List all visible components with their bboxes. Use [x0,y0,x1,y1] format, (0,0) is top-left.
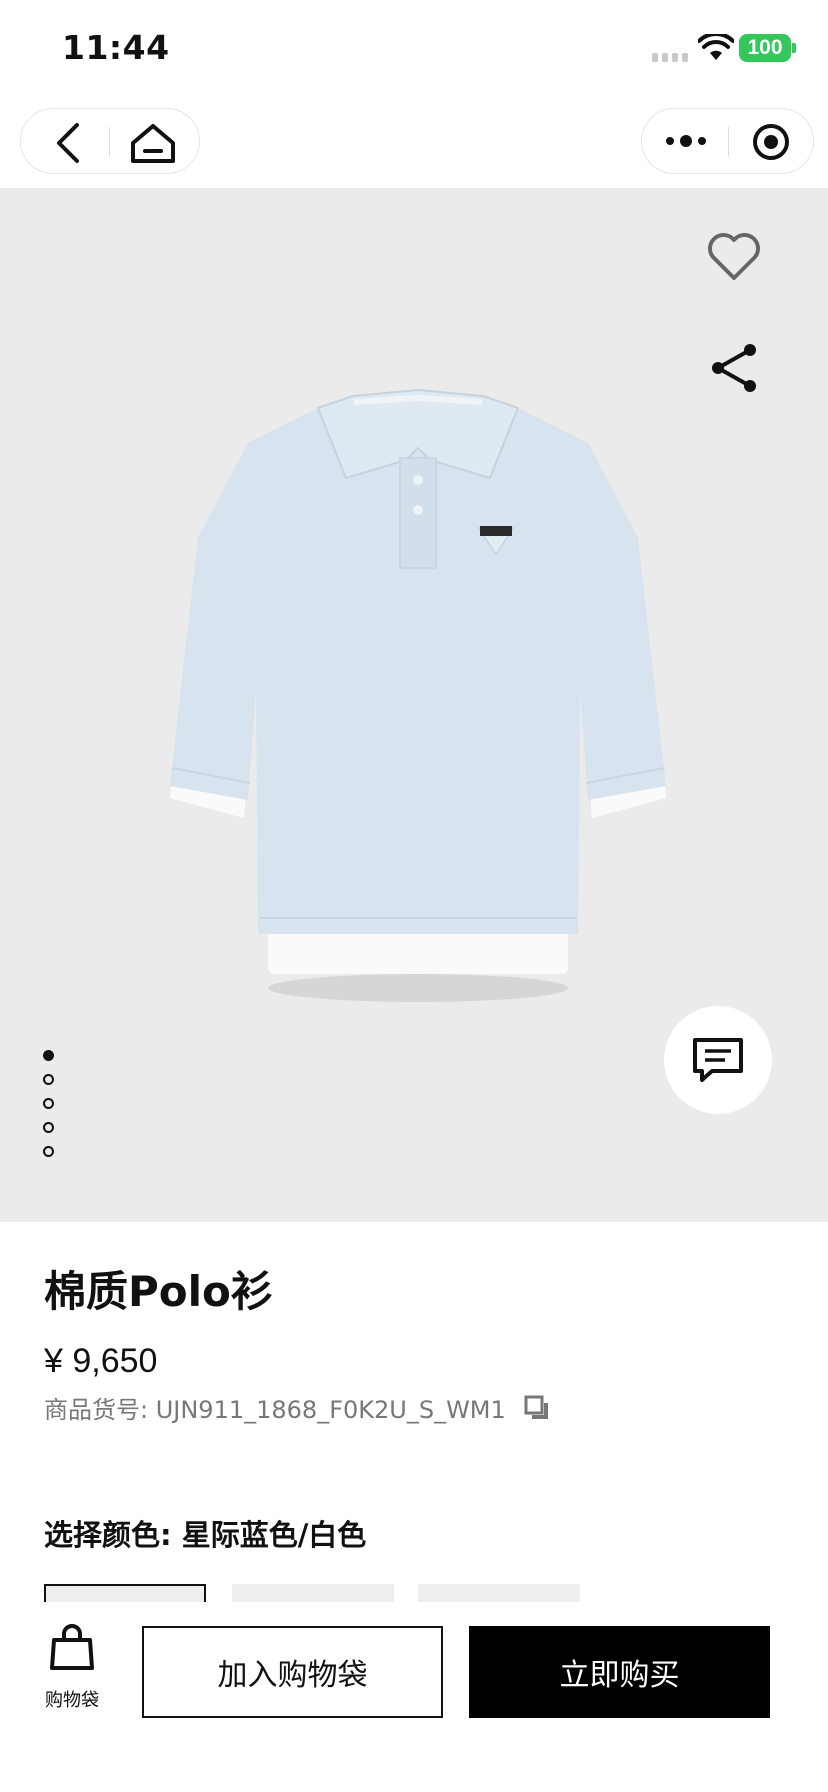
nav-capsule-right [641,108,814,174]
status-bar: 11:44 100 [0,0,828,96]
shopping-bag-label: 购物袋 [45,1690,99,1711]
pager-dot[interactable] [43,1098,54,1109]
chevron-left-icon[interactable] [49,121,89,165]
nav-divider [728,127,729,157]
nav-bar [0,96,828,188]
pager-dot[interactable] [43,1146,54,1157]
product-gallery[interactable] [0,188,828,1222]
nav-capsule-left [20,108,200,174]
nav-divider [109,127,110,157]
battery-tip [792,43,796,53]
pager-dot[interactable] [43,1074,54,1085]
color-selector-label: 选择颜色: 星际蓝色/白色 [44,1518,367,1552]
buy-now-button[interactable]: 立即购买 [469,1626,770,1718]
sku-row: 商品货号: UJN911_1868_F0K2U_S_WM1 [44,1390,550,1425]
chat-icon [693,1038,743,1082]
share-icon[interactable] [706,340,762,396]
pager-dot[interactable] [43,1122,54,1133]
customer-service-button[interactable] [664,1006,772,1114]
copy-icon[interactable] [524,1395,550,1421]
home-icon[interactable] [129,123,177,163]
status-time: 11:44 [62,28,170,67]
product-title: 棉质Polo衫 [44,1267,273,1316]
shopping-bag-icon [50,1624,94,1670]
product-sku: 商品货号: UJN911_1868_F0K2U_S_WM1 [44,1396,506,1424]
heart-icon[interactable] [706,230,762,282]
battery-indicator: 100 [739,34,791,62]
target-icon[interactable] [752,123,790,161]
image-pager [43,1050,54,1157]
add-to-bag-button[interactable]: 加入购物袋 [142,1626,443,1718]
signal-icon [652,53,688,62]
product-image[interactable] [168,388,668,1008]
pager-dot[interactable] [43,1050,54,1061]
more-dots-icon[interactable] [664,129,708,153]
wifi-icon [698,34,734,60]
shopping-bag-tab[interactable]: 购物袋 [40,1624,104,1712]
product-price: ¥ 9,650 [44,1342,158,1380]
bottom-action-bar: 购物袋 加入购物袋 立即购买 [0,1602,828,1792]
